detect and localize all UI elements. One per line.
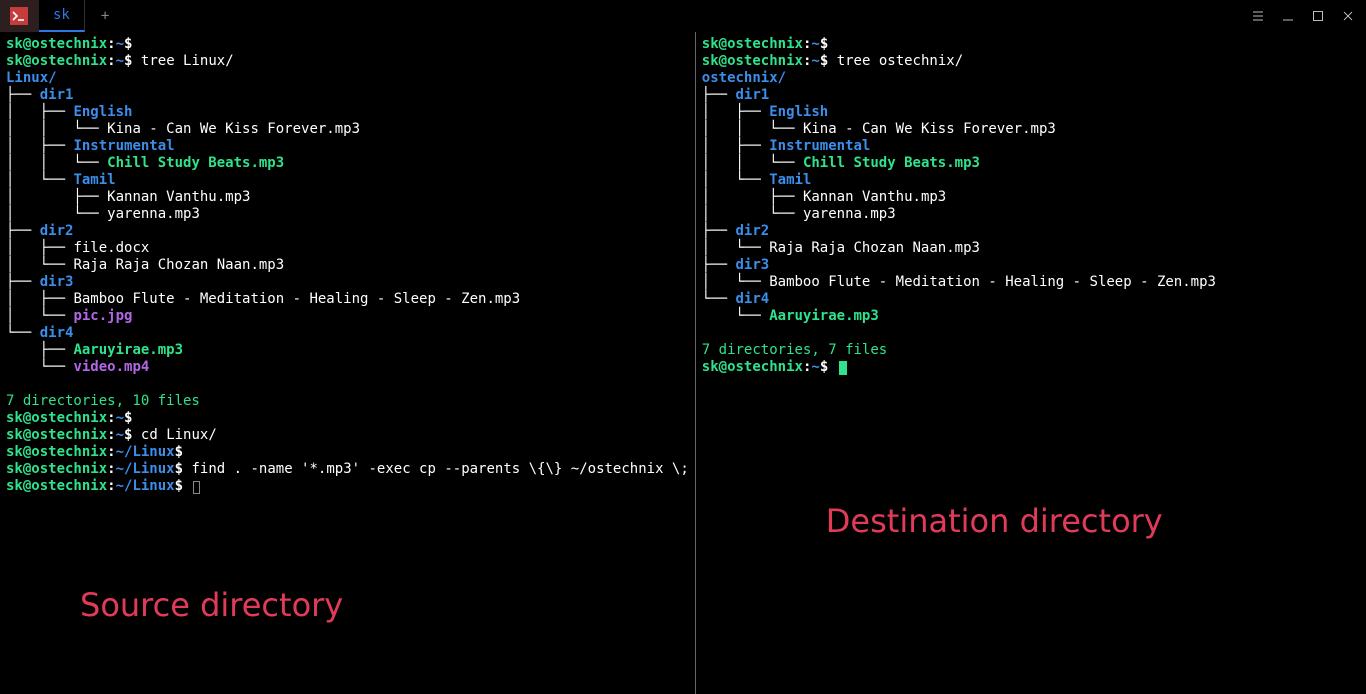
hamburger-menu-icon[interactable] [1252,10,1264,22]
left-terminal[interactable]: sk@ostechnix:~$ sk@ostechnix:~$ tree Lin… [0,32,695,694]
window-controls [1252,0,1366,32]
tab-label: sk [53,7,70,23]
tab-strip: sk + [0,0,125,32]
left-terminal-output: sk@ostechnix:~$ sk@ostechnix:~$ tree Lin… [6,36,689,495]
cursor [839,361,847,375]
plus-icon: + [101,8,109,24]
maximize-icon[interactable] [1312,10,1324,22]
new-tab-button[interactable]: + [85,0,125,32]
titlebar: sk + [0,0,1366,32]
close-icon[interactable] [1342,10,1354,22]
minimize-icon[interactable] [1282,10,1294,22]
right-terminal[interactable]: sk@ostechnix:~$ sk@ostechnix:~$ tree ost… [696,32,1366,694]
app-menu-tab[interactable] [0,0,39,32]
cursor [193,481,200,494]
right-terminal-output: sk@ostechnix:~$ sk@ostechnix:~$ tree ost… [702,36,1360,376]
destination-label: Destination directory [826,502,1163,540]
source-label: Source directory [80,586,343,624]
split-terminals: sk@ostechnix:~$ sk@ostechnix:~$ tree Lin… [0,32,1366,694]
terminal-icon [10,7,28,25]
tab-sk[interactable]: sk [39,0,85,32]
